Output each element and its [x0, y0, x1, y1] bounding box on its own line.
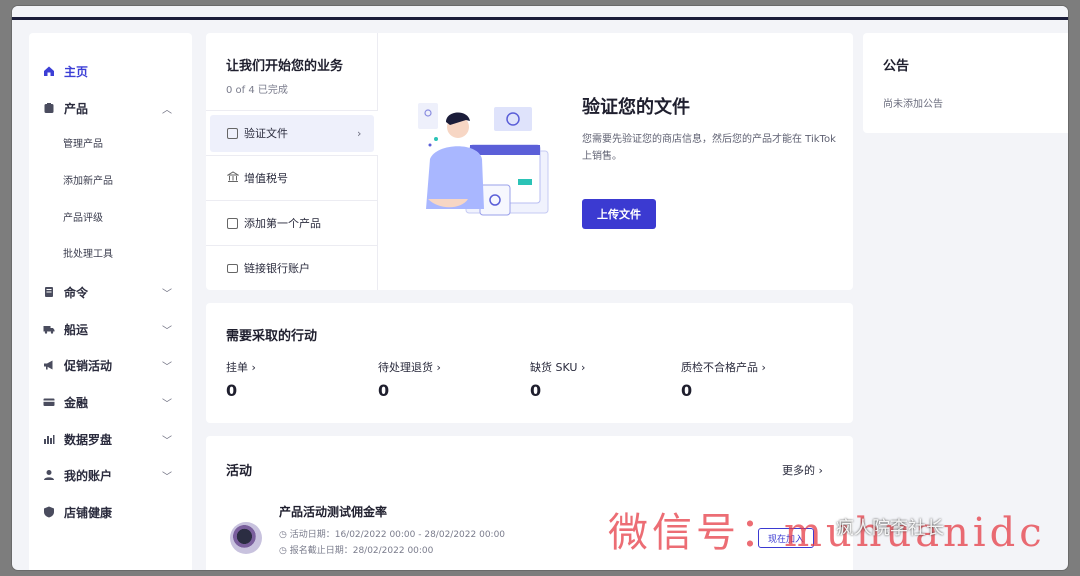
- product-icon: [43, 102, 55, 114]
- chevron-up-icon: ︿: [162, 104, 172, 116]
- metric-label: 质检不合格产品 ›: [681, 361, 766, 374]
- sidebar-item-label: 店铺健康: [64, 505, 113, 520]
- sidebar-item-promotions[interactable]: 促销活动 ﹀: [29, 353, 192, 377]
- watermark-account: 疯人院李社长: [836, 518, 944, 539]
- chevron-down-icon: ﹀: [162, 435, 172, 447]
- verify-documents-title: 验证您的文件: [582, 97, 690, 118]
- metric-out-of-stock-sku[interactable]: 缺货 SKU › 0: [530, 359, 680, 400]
- metric-value: 0: [378, 381, 390, 400]
- activity-registration-deadline: ◷ 报名截止日期：28/02/2022 00:00: [279, 546, 434, 556]
- sidebar-item-label: 我的账户: [64, 468, 113, 483]
- activity-more-link[interactable]: 更多的 ›: [782, 462, 823, 478]
- top-bar-divider: [12, 17, 1068, 20]
- step-label: 增值税号: [244, 172, 288, 185]
- sidebar-item-shipping[interactable]: 船运 ﹀: [29, 317, 192, 341]
- sidebar-subitem-manage-products[interactable]: 管理产品: [63, 135, 103, 155]
- card-icon: [43, 396, 55, 408]
- activity-date: ◷ 活动日期：16/02/2022 00:00 - 28/02/2022 00:…: [279, 530, 506, 540]
- activity-name[interactable]: 产品活动测试佣金率: [279, 503, 387, 520]
- verify-documents-description: 您需要先验证您的商店信息，然后您的产品才能在 TikTok 上销售。: [582, 134, 836, 162]
- chevron-down-icon: ﹀: [162, 398, 172, 410]
- sidebar-item-label: 主页: [64, 64, 89, 79]
- onboarding-title: 让我们开始您的业务: [226, 59, 344, 74]
- metric-value: 0: [681, 381, 693, 400]
- onboarding-progress: 0 of 4 已完成: [226, 85, 288, 96]
- metric-value: 0: [530, 381, 542, 400]
- sidebar-item-orders[interactable]: 命令 ﹀: [29, 280, 192, 304]
- announcement-empty-text: 尚未添加公告: [883, 99, 943, 110]
- step-link-bank-account[interactable]: 链接银行账户: [206, 245, 378, 290]
- metric-pending-returns[interactable]: 待处理退货 › 0: [378, 359, 528, 400]
- sidebar-item-home[interactable]: 主页: [29, 59, 192, 83]
- actions-title: 需要采取的行动: [226, 329, 318, 344]
- sidebar-item-products[interactable]: 产品 ︿: [29, 96, 192, 120]
- step-label: 链接银行账户: [244, 262, 310, 275]
- sidebar-item-my-account[interactable]: 我的账户 ﹀: [29, 463, 192, 487]
- truck-icon: [43, 323, 55, 335]
- sidebar-item-label: 船运: [64, 322, 89, 337]
- sidebar-item-label: 数据罗盘: [64, 432, 113, 447]
- chevron-down-icon: ﹀: [162, 471, 172, 483]
- bank-icon: [226, 170, 240, 186]
- megaphone-icon: [43, 359, 55, 371]
- watermark-text: 微信号：muhuanidc: [608, 510, 1046, 556]
- activity-avatar: [230, 522, 262, 554]
- metric-label: 缺货 SKU ›: [530, 361, 586, 374]
- metric-label: 挂单 ›: [226, 361, 256, 374]
- user-icon: [43, 469, 55, 481]
- step-label: 验证文件: [244, 127, 288, 140]
- bank-card-icon: [227, 264, 238, 273]
- activity-title: 活动: [226, 464, 253, 479]
- sidebar-subitem-product-rating[interactable]: 产品评级: [63, 209, 103, 229]
- chevron-right-icon: ›: [357, 126, 362, 140]
- shield-icon: [43, 506, 55, 518]
- step-verify-documents[interactable]: 验证文件 ›: [206, 110, 378, 155]
- home-icon: [43, 65, 55, 77]
- order-icon: [43, 286, 55, 298]
- sidebar-item-label: 促销活动: [64, 358, 113, 373]
- sidebar: 主页 产品 ︿ 管理产品 添加新产品 产品评级 批处理工具 命令 ﹀ 船运 ﹀: [29, 33, 192, 570]
- sidebar-item-label: 命令: [64, 285, 89, 300]
- app-window: 主页 产品 ︿ 管理产品 添加新产品 产品评级 批处理工具 命令 ﹀ 船运 ﹀: [12, 6, 1068, 570]
- metric-label: 待处理退货 ›: [378, 361, 441, 374]
- announcement-title: 公告: [883, 59, 910, 74]
- upload-file-button[interactable]: 上传文件: [582, 199, 656, 229]
- chevron-down-icon: ﹀: [162, 325, 172, 337]
- actions-card: 需要采取的行动 挂单 › 0 待处理退货 › 0 缺货 SKU › 0 质检不合…: [206, 303, 853, 423]
- verify-illustration-icon: [418, 103, 549, 216]
- chevron-down-icon: ﹀: [162, 288, 172, 300]
- sidebar-item-store-health[interactable]: 店铺健康: [29, 500, 192, 524]
- chart-icon: [43, 433, 55, 445]
- document-icon: [227, 127, 238, 139]
- chevron-down-icon: ﹀: [162, 361, 172, 373]
- step-label: 添加第一个产品: [244, 217, 321, 230]
- step-vat-number[interactable]: 增值税号: [206, 155, 378, 200]
- sidebar-item-label: 金融: [64, 395, 89, 410]
- sidebar-item-finance[interactable]: 金融 ﹀: [29, 390, 192, 414]
- sidebar-subitem-batch-tools[interactable]: 批处理工具: [63, 245, 113, 265]
- metric-value: 0: [226, 381, 238, 400]
- onboarding-card: 让我们开始您的业务 0 of 4 已完成 验证文件 › 增值税号 添加第一个产品: [206, 33, 853, 290]
- sidebar-subitem-add-product[interactable]: 添加新产品: [63, 172, 113, 192]
- onboarding-steps: 让我们开始您的业务 0 of 4 已完成 验证文件 › 增值税号 添加第一个产品: [206, 33, 378, 290]
- sidebar-item-label: 产品: [64, 101, 89, 116]
- announcement-card: 公告 尚未添加公告: [863, 33, 1068, 133]
- metric-qc-failed-products[interactable]: 质检不合格产品 › 0: [681, 359, 831, 400]
- sidebar-item-data-compass[interactable]: 数据罗盘 ﹀: [29, 427, 192, 451]
- product-box-icon: [227, 217, 238, 229]
- metric-pending-orders[interactable]: 挂单 › 0: [226, 359, 376, 400]
- step-add-first-product[interactable]: 添加第一个产品: [206, 200, 378, 245]
